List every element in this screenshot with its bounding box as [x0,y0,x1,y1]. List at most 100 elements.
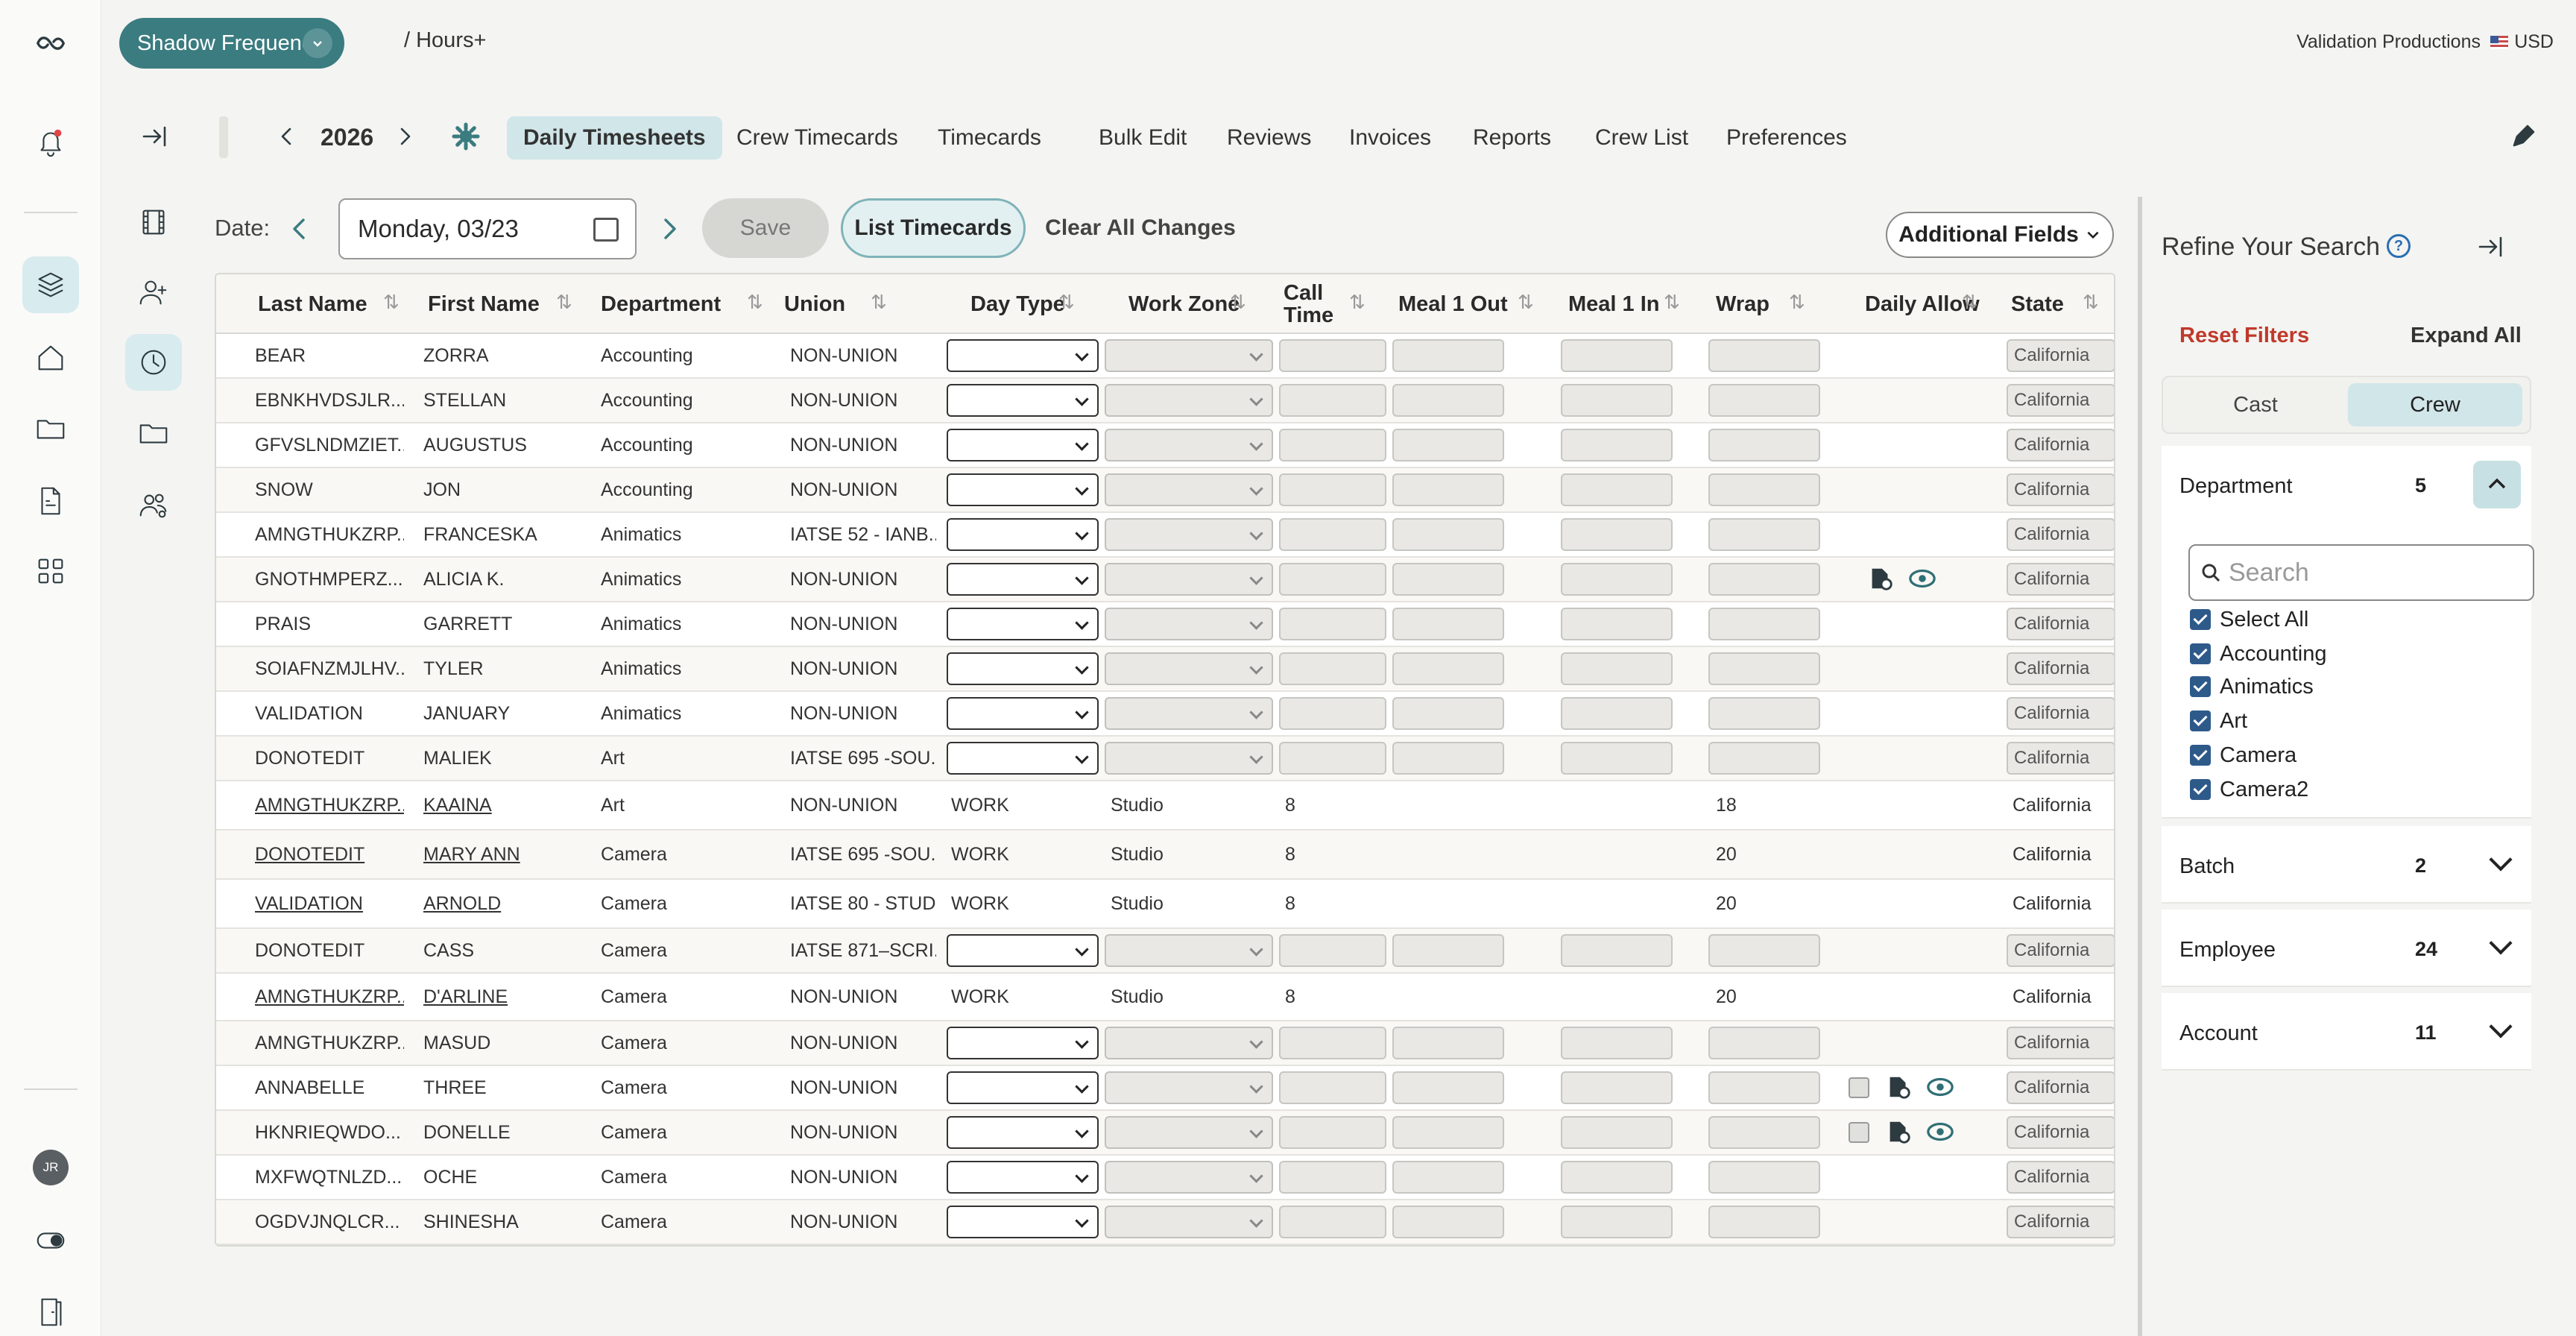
state-field[interactable]: California [2007,563,2114,596]
segment-cast[interactable]: Cast [2169,383,2342,426]
wrap-input[interactable] [1708,339,1820,372]
folder-icon[interactable] [22,400,79,456]
state-field[interactable]: California [2007,1161,2114,1194]
day-type-select[interactable] [947,608,1099,640]
sort-icon[interactable]: ⇅ [1664,291,1680,314]
tab-timecards[interactable]: Timecards [921,116,1058,160]
call-time-input[interactable] [1279,1161,1386,1194]
meal-1-out-input[interactable] [1392,934,1504,967]
day-type-select[interactable] [947,1027,1099,1059]
state-field[interactable]: California [2007,1206,2114,1238]
home-icon[interactable] [22,330,79,386]
tab-crew-list[interactable]: Crew List [1579,116,1705,160]
table-row[interactable]: PRAIS GARRETT Animatics NON-UNION California [216,602,2114,647]
call-time-input[interactable] [1279,1116,1386,1149]
table-row[interactable]: GNOTHMPERZ... ALICIA K. Animatics NON-UNION… [216,558,2114,602]
table-row[interactable]: DONOTEDIT MALIEK Art IATSE 695 -SOU... Calif… [216,737,2114,781]
collapse-panel-icon[interactable] [2472,228,2509,265]
state-field[interactable]: California [2007,429,2114,461]
department-filter-label[interactable]: Department [2179,474,2293,499]
tab-bulk-edit[interactable]: Bulk Edit [1082,116,1203,160]
day-type-select[interactable] [947,1071,1099,1104]
meal-1-in-input[interactable] [1561,1206,1673,1238]
cell-last-name[interactable]: VALIDATION [255,880,404,927]
meal-1-in-input[interactable] [1561,384,1673,417]
notification-bell-icon[interactable] [22,113,79,170]
call-time-input[interactable] [1279,563,1386,596]
state-field[interactable]: California [2007,934,2114,967]
day-type-select[interactable] [947,563,1099,596]
work-zone-select[interactable] [1105,339,1273,372]
breadcrumb[interactable]: / Hours+ [404,28,486,53]
chevron-down-icon[interactable] [2489,1015,2513,1039]
wrap-input[interactable] [1708,742,1820,775]
meal-1-out-input[interactable] [1392,339,1504,372]
date-picker-input[interactable]: Monday, 03/23 [338,198,637,259]
view-eye-icon[interactable] [1922,1115,1959,1149]
day-type-select[interactable] [947,429,1099,461]
daily-allow-checkbox[interactable] [1849,1077,1869,1098]
work-zone-select[interactable] [1105,563,1273,596]
state-field[interactable]: California [2007,1071,2114,1104]
call-time-input[interactable] [1279,384,1386,417]
state-field[interactable]: California [2007,608,2114,640]
table-row[interactable]: BEAR ZORRA Accounting NON-UNION California [216,334,2114,379]
meal-1-in-input[interactable] [1561,1161,1673,1194]
department-option[interactable]: Select All [2190,604,2308,635]
column-header[interactable]: State [2011,274,2114,334]
state-field[interactable]: California [2007,1027,2114,1059]
wrap-input[interactable] [1708,384,1820,417]
work-zone-select[interactable] [1105,429,1273,461]
meal-1-in-input[interactable] [1561,1116,1673,1149]
work-zone-select[interactable] [1105,1206,1273,1238]
call-time-input[interactable] [1279,1206,1386,1238]
table-row[interactable]: HKNRIEQWDO... DONELLE Camera NON-UNION Calif… [216,1111,2114,1156]
meal-1-in-input[interactable] [1561,518,1673,551]
sort-icon[interactable]: ⇅ [1518,291,1534,314]
meal-1-out-input[interactable] [1392,1116,1504,1149]
panel-divider[interactable] [2138,197,2142,1336]
wrap-input[interactable] [1708,518,1820,551]
call-time-input[interactable] [1279,934,1386,967]
sort-icon[interactable]: ⇅ [1962,291,1978,314]
table-row[interactable]: OGDVJNQLCR... SHINESHA Camera NON-UNION Cali… [216,1200,2114,1245]
toggle-icon[interactable] [22,1212,79,1269]
sort-icon[interactable]: ⇅ [383,291,400,314]
meal-1-out-input[interactable] [1392,697,1504,730]
collapse-section-button[interactable] [2473,461,2521,508]
meal-1-out-input[interactable] [1392,429,1504,461]
state-field[interactable]: California [2007,742,2114,775]
day-type-select[interactable] [947,934,1099,967]
tab-daily-timesheets[interactable]: Daily Timesheets [507,116,722,160]
clock-icon[interactable] [125,334,182,391]
sort-icon[interactable]: ⇅ [747,291,763,314]
cell-first-name[interactable]: MARY ANN [423,831,587,878]
work-zone-select[interactable] [1105,1027,1273,1059]
sort-icon[interactable]: ⇅ [871,291,887,314]
day-type-select[interactable] [947,473,1099,506]
timecard-document-icon[interactable] [1881,1070,1916,1104]
chevron-down-icon[interactable] [2489,931,2513,955]
work-zone-select[interactable] [1105,473,1273,506]
tab-preferences[interactable]: Preferences [1710,116,1863,160]
call-time-input[interactable] [1279,518,1386,551]
table-row[interactable]: AMNGTHUKZRP... KAAINA Art NON-UNION WORK Stud… [216,781,2114,831]
meal-1-in-input[interactable] [1561,742,1673,775]
table-row[interactable]: AMNGTHUKZRP... MASUD Camera NON-UNION Califo… [216,1021,2114,1066]
view-eye-icon[interactable] [1922,1070,1959,1104]
meal-1-in-input[interactable] [1561,563,1673,596]
wrap-input[interactable] [1708,473,1820,506]
sort-icon[interactable]: ⇅ [1349,291,1366,314]
sort-icon[interactable]: ⇅ [1789,291,1805,314]
collapse-sidebar-icon[interactable] [136,118,173,155]
meal-1-out-input[interactable] [1392,518,1504,551]
meal-1-in-input[interactable] [1561,1027,1673,1059]
reset-filters-button[interactable]: Reset Filters [2179,324,2309,348]
sort-icon[interactable]: ⇅ [556,291,572,314]
timecard-document-icon[interactable] [1881,1115,1916,1149]
meal-1-out-input[interactable] [1392,1027,1504,1059]
table-row[interactable]: ANNABELLE THREE Camera NON-UNION California [216,1066,2114,1111]
wrap-input[interactable] [1708,1206,1820,1238]
cell-last-name[interactable]: DONOTEDIT [255,831,404,878]
work-zone-select[interactable] [1105,742,1273,775]
